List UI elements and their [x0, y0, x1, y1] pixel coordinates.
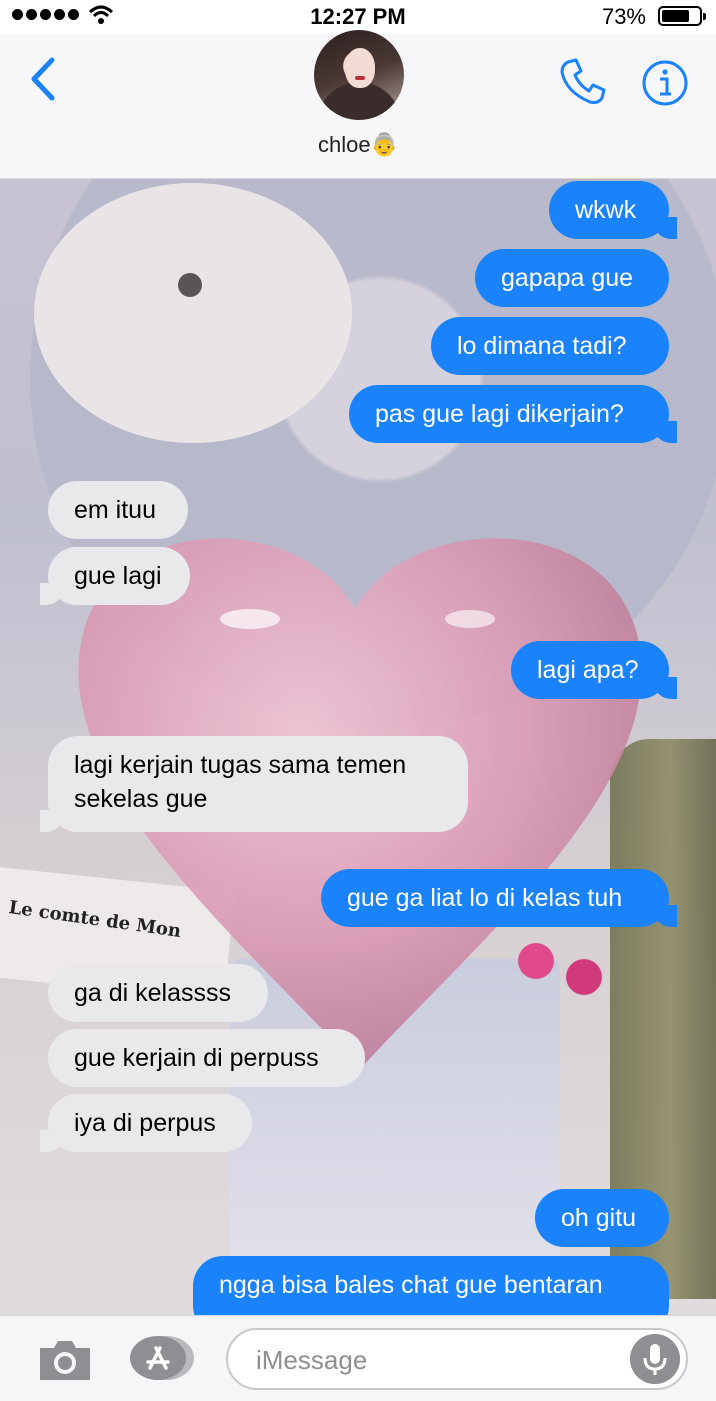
message-thread[interactable]: Le comte de Mon wkwk gapapa gue lo diman…: [0, 179, 716, 1315]
message-composer-bar: [0, 1315, 716, 1401]
phone-call-icon[interactable]: [558, 56, 610, 108]
message-text: gue ga liat lo di kelas tuh: [347, 884, 623, 912]
message-text: pas gue lagi dikerjain?: [375, 400, 624, 428]
message-bubble-sent[interactable]: oh gitu: [535, 1189, 669, 1247]
conversation-header: chloe👵: [0, 30, 716, 179]
message-bubble-sent[interactable]: lo dimana tadi?: [431, 317, 669, 375]
imessage-input-container[interactable]: [226, 1328, 688, 1390]
message-text: lagi kerjain tugas sama temen: [74, 751, 407, 779]
message-text: ngga bisa bales chat gue bentaran: [219, 1271, 603, 1299]
imessage-input[interactable]: [254, 1340, 618, 1380]
battery-percentage: 73%: [601, 4, 646, 29]
message-text: lo dimana tadi?: [457, 332, 627, 360]
message-text: gue lagi: [74, 562, 162, 590]
message-bubble-received[interactable]: em ituu: [48, 481, 188, 539]
status-bar: 12:27 PM 73%: [0, 0, 716, 34]
message-bubble-received[interactable]: lagi kerjain tugas sama temen sekelas gu…: [40, 736, 468, 832]
message-text: em ituu: [74, 496, 156, 524]
message-bubble-received[interactable]: ga di kelassss: [48, 964, 268, 1022]
contact-avatar[interactable]: [314, 30, 404, 120]
message-text: gapapa gue: [501, 264, 634, 292]
battery-icon: [658, 6, 706, 26]
message-text: iya di perpus: [74, 1109, 216, 1137]
message-text: oh gitu: [561, 1204, 637, 1232]
message-text: sekelas gue: [74, 785, 208, 813]
background-record-label: [34, 183, 352, 443]
message-bubble-sent[interactable]: ngga bisa bales chat gue bentaran: [193, 1256, 669, 1315]
message-text: lagi apa?: [537, 656, 639, 684]
message-text: gue kerjain di perpuss: [74, 1044, 319, 1072]
app-store-icon[interactable]: [128, 1334, 196, 1382]
info-icon[interactable]: [640, 58, 690, 108]
camera-icon[interactable]: [36, 1336, 94, 1384]
message-bubble-received[interactable]: gue kerjain di perpuss: [48, 1029, 365, 1087]
microphone-icon[interactable]: [630, 1334, 680, 1384]
message-bubble-sent[interactable]: pas gue lagi dikerjain?: [349, 385, 677, 443]
message-bubble-sent[interactable]: lagi apa?: [511, 641, 677, 699]
message-bubble-sent[interactable]: wkwk: [549, 181, 677, 239]
message-bubble-received[interactable]: gue lagi: [40, 547, 190, 605]
contact-name[interactable]: chloe👵: [0, 132, 716, 158]
message-text: ga di kelassss: [74, 979, 232, 1007]
message-bubble-sent[interactable]: gue ga liat lo di kelas tuh: [321, 869, 677, 927]
message-text: wkwk: [575, 196, 637, 224]
message-bubble-received[interactable]: iya di perpus: [40, 1094, 252, 1152]
back-chevron-icon[interactable]: [24, 54, 64, 104]
message-bubble-sent[interactable]: gapapa gue: [475, 249, 669, 307]
